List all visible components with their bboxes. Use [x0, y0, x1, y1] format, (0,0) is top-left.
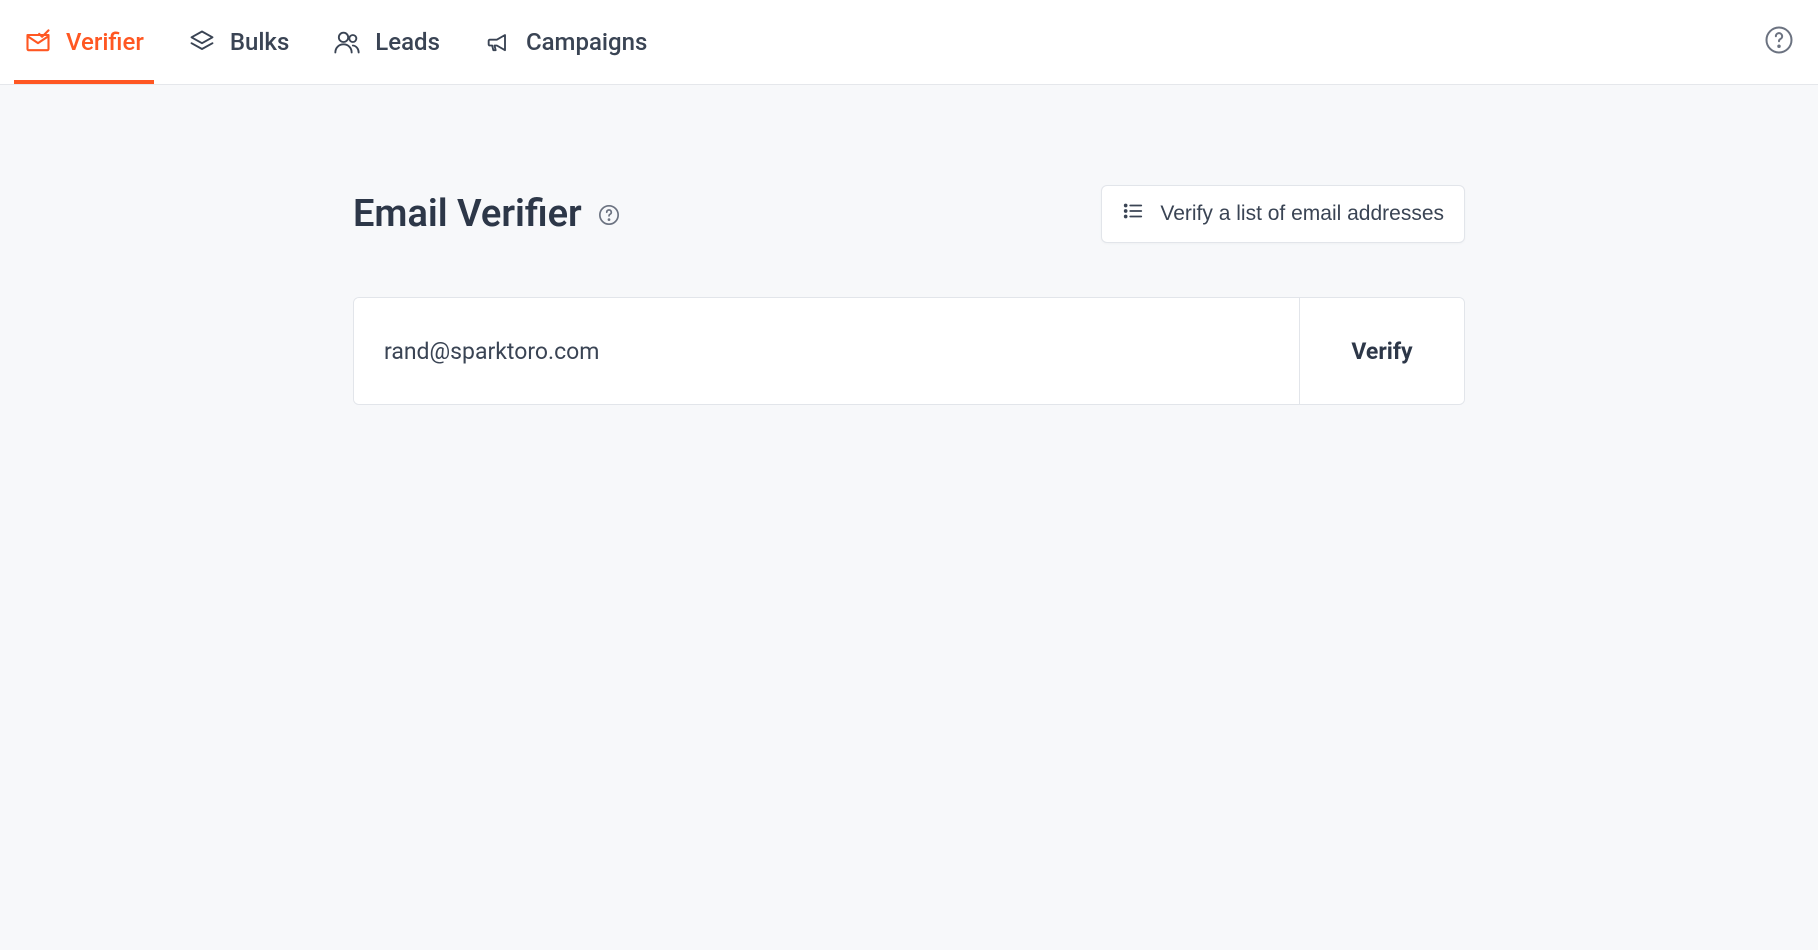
verify-button[interactable]: Verify — [1299, 298, 1464, 404]
help-button[interactable] — [1764, 25, 1794, 59]
title-row: Email Verifier — [353, 185, 1465, 243]
main-content: Email Verifier — [0, 85, 1818, 505]
layers-icon — [188, 28, 216, 56]
page-title: Email Verifier — [353, 192, 582, 236]
verify-list-button[interactable]: Verify a list of email addresses — [1101, 185, 1465, 243]
nav-item-label: Bulks — [230, 28, 289, 56]
megaphone-icon — [484, 28, 512, 56]
envelope-check-icon — [24, 28, 52, 56]
title-help-button[interactable] — [598, 204, 620, 230]
nav-item-bulks[interactable]: Bulks — [188, 0, 289, 84]
nav-item-leads[interactable]: Leads — [333, 0, 440, 84]
nav-tabs: Verifier Bulks Leads — [24, 0, 647, 84]
list-icon — [1122, 200, 1144, 228]
help-circle-icon — [598, 204, 620, 230]
nav-item-label: Verifier — [66, 28, 144, 56]
nav-item-campaigns[interactable]: Campaigns — [484, 0, 647, 84]
people-icon — [333, 28, 361, 56]
verify-form: Verify — [353, 297, 1465, 405]
verify-list-label: Verify a list of email addresses — [1160, 202, 1444, 226]
top-nav: Verifier Bulks Leads — [0, 0, 1818, 85]
nav-item-verifier[interactable]: Verifier — [24, 0, 144, 84]
nav-item-label: Campaigns — [526, 28, 647, 56]
container: Email Verifier — [353, 185, 1465, 405]
help-circle-icon — [1764, 25, 1794, 59]
nav-item-label: Leads — [375, 28, 440, 56]
title-group: Email Verifier — [353, 192, 620, 236]
email-input[interactable] — [354, 298, 1299, 404]
